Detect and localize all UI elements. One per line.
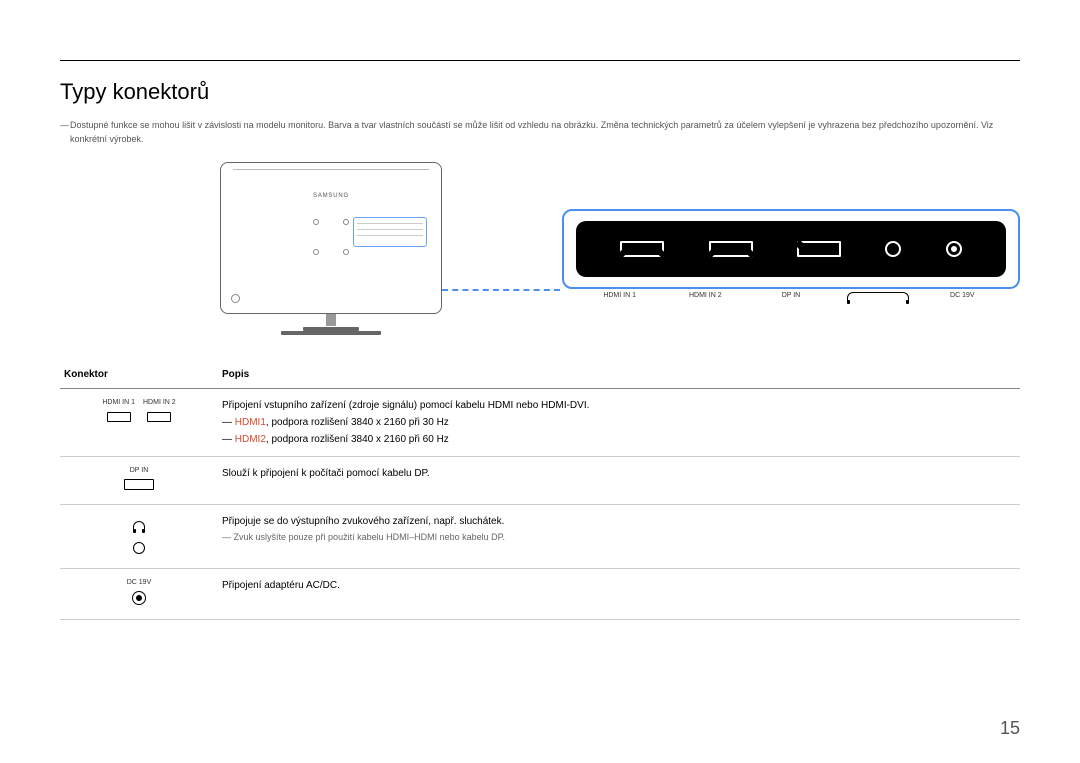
desc-line: ― HDMI2, podpora rozlišení 3840 x 2160 p… <box>222 431 1016 448</box>
mini-label: DP IN <box>64 465 214 477</box>
top-note-text: Dostupné funkce se mohou lišit v závislo… <box>70 120 993 144</box>
stand-base <box>281 331 381 335</box>
hdmi1-rest: , podpora rozlišení 3840 x 2160 při 30 H… <box>266 417 449 428</box>
desc-line: ― HDMI1, podpora rozlišení 3840 x 2160 p… <box>222 414 1016 431</box>
desc-subnote: ― Zvuk uslyšíte pouze při použití kabelu… <box>222 530 1016 545</box>
headphone-icon <box>847 292 909 301</box>
table-row: DP IN Slouží k připojení k počítači pomo… <box>60 457 1020 505</box>
cell-description: Připojení adaptéru AC/DC. <box>218 568 1020 619</box>
label-headphone <box>847 292 907 303</box>
cell-connector: HDMI IN 1 HDMI IN 2 <box>60 389 218 457</box>
ports-zoom: HDMI IN 1 HDMI IN 2 DP IN DC 19V <box>562 209 1020 289</box>
desc-line: Připojení vstupního zařízení (zdroje sig… <box>222 397 1016 414</box>
monitor-diagram: SAMSUNG <box>220 162 442 335</box>
ports-labels: HDMI IN 1 HDMI IN 2 DP IN DC 19V <box>564 292 1018 303</box>
dc-port-icon <box>946 241 962 257</box>
cell-description: Slouží k připojení k počítači pomocí kab… <box>218 457 1020 505</box>
divider <box>60 60 1020 61</box>
desc-line: Připojuje se do výstupního zvukového zař… <box>222 513 1016 530</box>
connectors-table: Konektor Popis HDMI IN 1 HDMI IN 2 Připo… <box>60 361 1020 620</box>
vesa-screws <box>313 219 349 255</box>
monitor-back-icon: SAMSUNG <box>220 162 442 314</box>
note-dash: ― <box>60 119 69 133</box>
hdmi2-label: HDMI2 <box>235 434 266 445</box>
mini-label: HDMI IN 1 <box>102 397 135 409</box>
table-row: HDMI IN 1 HDMI IN 2 Připojení vstupního … <box>60 389 1020 457</box>
top-note: ―Dostupné funkce se mohou lišit v závisl… <box>60 119 1020 146</box>
lock-hole <box>231 294 240 303</box>
hdmi2-rest: , podpora rozlišení 3840 x 2160 při 60 H… <box>266 434 449 445</box>
label-dp: DP IN <box>761 292 821 303</box>
label-hdmi2: HDMI IN 2 <box>675 292 735 303</box>
vent <box>233 169 429 173</box>
cell-connector: DC 19V <box>60 568 218 619</box>
manual-page: Typy konektorů ―Dostupné funkce se mohou… <box>0 0 1080 763</box>
dp-port-icon <box>124 479 154 490</box>
dc-port-icon <box>132 591 146 605</box>
table-row: Připojuje se do výstupního zvukového zař… <box>60 504 1020 568</box>
stand-column <box>326 314 336 326</box>
mini-label: DC 19V <box>64 577 214 589</box>
cell-connector: DP IN <box>60 457 218 505</box>
cell-description: Připojení vstupního zařízení (zdroje sig… <box>218 389 1020 457</box>
section-title: Typy konektorů <box>60 79 1020 105</box>
mini-label: HDMI IN 2 <box>143 397 176 409</box>
cell-connector <box>60 504 218 568</box>
page-number: 15 <box>1000 718 1020 739</box>
dp-port-icon <box>797 241 841 257</box>
subnote-text: Zvuk uslyšíte pouze při použití kabelu H… <box>234 532 505 542</box>
audio-jack-icon <box>885 241 901 257</box>
table-row: DC 19V Připojení adaptéru AC/DC. <box>60 568 1020 619</box>
monitor-logo: SAMSUNG <box>313 193 349 199</box>
label-dc: DC 19V <box>932 292 992 303</box>
hdmi-port-icon <box>107 412 131 422</box>
hdmi1-label: HDMI1 <box>235 417 266 428</box>
col-description: Popis <box>218 361 1020 389</box>
cell-description: Připojuje se do výstupního zvukového zař… <box>218 504 1020 568</box>
hdmi-port-icon <box>147 412 171 422</box>
ports-strip <box>576 221 1006 277</box>
label-hdmi1: HDMI IN 1 <box>590 292 650 303</box>
figure-wrap: SAMSUNG HDMI IN 1 <box>60 162 1020 335</box>
col-connector: Konektor <box>60 361 218 389</box>
hdmi-port-icon <box>620 241 664 257</box>
port-panel-highlight <box>353 217 427 247</box>
figure: SAMSUNG HDMI IN 1 <box>220 162 1020 335</box>
headphone-icon <box>133 521 145 530</box>
hdmi-port-icon <box>709 241 753 257</box>
audio-jack-icon <box>133 542 145 554</box>
